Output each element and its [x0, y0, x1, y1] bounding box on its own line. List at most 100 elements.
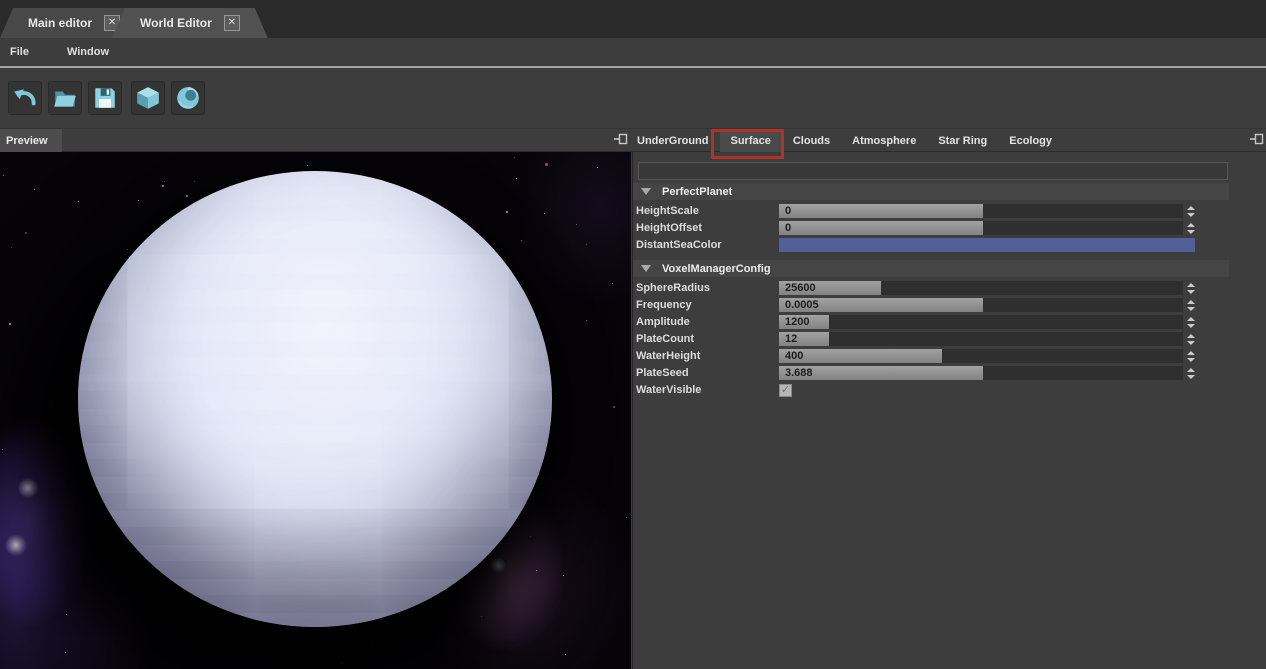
slider-value: 400 — [785, 349, 803, 363]
star — [563, 575, 564, 576]
planet-render — [78, 171, 552, 627]
slider-value: 1200 — [785, 315, 809, 329]
star — [34, 189, 35, 190]
star — [514, 157, 515, 158]
collapse-triangle-icon — [641, 188, 651, 195]
save-icon — [92, 85, 118, 111]
value-stepper[interactable] — [1185, 332, 1197, 346]
preview-panel-tab[interactable]: Preview — [0, 129, 62, 152]
property-label: HeightOffset — [633, 222, 779, 234]
undo-button[interactable] — [8, 81, 42, 115]
tab-surface[interactable]: Surface — [720, 129, 782, 152]
slider-fill — [779, 349, 942, 363]
tab-world-editor[interactable]: World Editor — [112, 8, 268, 38]
close-icon[interactable] — [224, 15, 240, 31]
star — [122, 552, 123, 553]
slider-value: 3.688 — [785, 366, 813, 380]
distantseacolor-swatch[interactable] — [779, 238, 1195, 252]
dock-pin-button[interactable] — [1248, 132, 1266, 150]
planet-preview-viewport[interactable] — [0, 152, 631, 669]
plateseed-slider[interactable]: 3.688 — [779, 366, 1183, 380]
star — [556, 393, 557, 394]
star — [65, 652, 66, 653]
section-title: PerfectPlanet — [662, 186, 732, 198]
star — [626, 517, 627, 518]
star — [11, 247, 12, 248]
star — [597, 167, 598, 168]
tab-world-editor-label: World Editor — [140, 16, 212, 30]
amplitude-slider[interactable]: 1200 — [779, 315, 1183, 329]
star — [2, 449, 3, 450]
red-star — [545, 163, 548, 166]
tab-clouds[interactable]: Clouds — [782, 129, 841, 152]
star — [9, 323, 11, 325]
value-stepper[interactable] — [1185, 349, 1197, 363]
tab-atmosphere[interactable]: Atmosphere — [841, 129, 927, 152]
property-label: PlateCount — [633, 333, 779, 345]
property-label: DistantSeaColor — [633, 239, 779, 251]
slider-fill — [779, 204, 983, 218]
slider-fill — [779, 221, 983, 235]
value-stepper[interactable] — [1185, 204, 1197, 218]
open-button[interactable] — [48, 81, 82, 115]
property-row-platecount: PlateCount 12 — [633, 331, 1229, 347]
star — [613, 406, 615, 408]
value-stepper[interactable] — [1185, 281, 1197, 295]
property-row-sphereradius: SphereRadius 25600 — [633, 280, 1229, 296]
star — [25, 232, 27, 234]
section-title: VoxelManagerConfig — [662, 263, 771, 275]
heightoffset-slider[interactable]: 0 — [779, 221, 1183, 235]
star — [576, 224, 577, 225]
slider-value: 0.0005 — [785, 298, 819, 312]
property-label: SphereRadius — [633, 282, 779, 294]
property-row-frequency: Frequency 0.0005 — [633, 297, 1229, 313]
waterheight-slider[interactable]: 400 — [779, 349, 1183, 363]
star — [586, 320, 587, 321]
star — [612, 283, 613, 284]
open-folder-icon — [52, 85, 78, 111]
menu-window[interactable]: Window — [61, 46, 115, 58]
value-stepper[interactable] — [1185, 366, 1197, 380]
property-row-heightoffset: HeightOffset 0 — [633, 220, 1229, 236]
star — [516, 178, 517, 179]
world-layer-tabs: UnderGround Surface Clouds Atmosphere St… — [626, 129, 1063, 152]
menu-bar: File Window — [0, 38, 1266, 66]
value-stepper[interactable] — [1185, 298, 1197, 312]
platecount-slider[interactable]: 12 — [779, 332, 1183, 346]
slider-value: 25600 — [785, 281, 816, 295]
property-label: Amplitude — [633, 316, 779, 328]
star — [138, 200, 139, 201]
sphereradius-slider[interactable]: 25600 — [779, 281, 1183, 295]
star — [66, 614, 67, 615]
star — [372, 641, 373, 642]
frequency-slider[interactable]: 0.0005 — [779, 298, 1183, 312]
property-label: WaterHeight — [633, 350, 779, 362]
tab-underground[interactable]: UnderGround — [626, 129, 720, 152]
heightscale-slider[interactable]: 0 — [779, 204, 1183, 218]
star — [307, 165, 308, 166]
star — [530, 536, 531, 537]
voxel-cube-button[interactable] — [131, 81, 165, 115]
watervisible-checkbox[interactable] — [779, 384, 792, 397]
star — [157, 586, 158, 587]
toolbar — [0, 68, 1266, 128]
property-row-watervisible: WaterVisible — [633, 382, 1229, 398]
property-label: HeightScale — [633, 205, 779, 217]
planet-button[interactable] — [171, 81, 205, 115]
star — [78, 201, 79, 202]
tab-star-ring[interactable]: Star Ring — [927, 129, 998, 152]
save-button[interactable] — [88, 81, 122, 115]
document-tab-bar: Main editor World Editor — [0, 0, 1266, 38]
property-filter-input[interactable] — [638, 162, 1228, 180]
star — [536, 570, 537, 571]
value-stepper[interactable] — [1185, 221, 1197, 235]
cube-icon — [135, 85, 161, 111]
star — [341, 663, 342, 664]
value-stepper[interactable] — [1185, 315, 1197, 329]
slider-value: 12 — [785, 332, 797, 346]
tab-ecology[interactable]: Ecology — [998, 129, 1063, 152]
section-header-voxelmanagerconfig[interactable]: VoxelManagerConfig — [633, 260, 1229, 277]
star — [586, 244, 587, 245]
section-header-perfectplanet[interactable]: PerfectPlanet — [633, 183, 1229, 200]
menu-file[interactable]: File — [4, 46, 35, 58]
